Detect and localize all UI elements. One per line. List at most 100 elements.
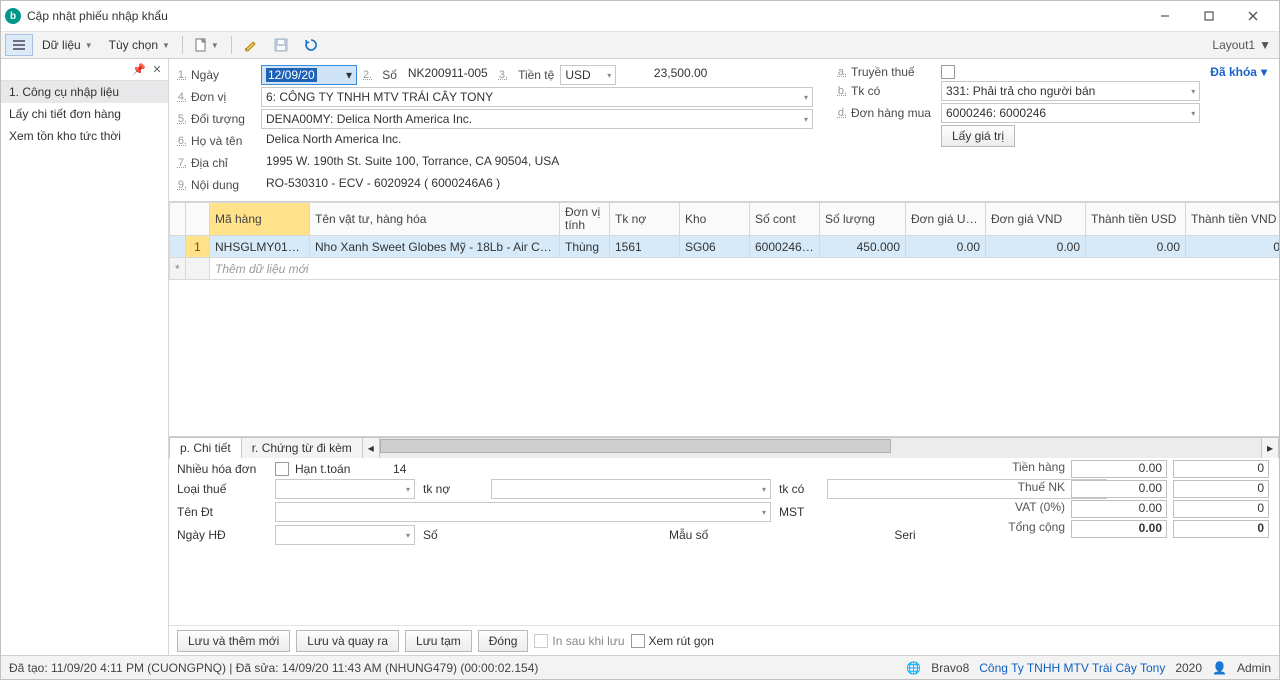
compact-checkbox[interactable] <box>631 634 645 648</box>
due-value: 14 <box>356 462 406 476</box>
save-temp-button[interactable]: Lưu tạm <box>405 630 472 652</box>
close-form-button[interactable]: Đóng <box>478 630 529 652</box>
label-unit: Đơn vị <box>191 90 261 104</box>
name-field[interactable]: Delica North America Inc. <box>261 131 813 151</box>
vat-usd: 0.00 <box>1071 500 1167 518</box>
maximize-button[interactable] <box>1187 2 1231 30</box>
col-amount-usd[interactable]: Thành tiền USD <box>1086 203 1186 236</box>
label-inv-no: Số <box>423 528 483 542</box>
content-field[interactable]: RO-530310 - ECV - 6020924 ( 6000246A6 ) <box>261 175 813 195</box>
label-address: Địa chỉ <box>191 156 261 170</box>
label-vat: VAT (0%) <box>1008 500 1065 518</box>
tab-detail[interactable]: p. Chi tiết <box>169 437 242 458</box>
label-compact: Xem rút gọn <box>649 634 714 648</box>
label-transfer-tax: Truyền thuế <box>851 65 941 79</box>
unit-select[interactable]: 6: CÔNG TY TNHH MTV TRÁI CÂY TONY▾ <box>261 87 813 107</box>
options-menu-label: Tùy chọn <box>109 38 158 52</box>
separator <box>182 36 183 54</box>
tab-scroll-left[interactable]: ◂ <box>362 437 380 458</box>
d-partner-select[interactable]: ▾ <box>275 502 771 522</box>
tab-scroll-right[interactable]: ▸ <box>1261 437 1279 458</box>
col-qty[interactable]: Số lượng <box>820 203 906 236</box>
sidebar-close-icon[interactable]: ✕ <box>150 63 164 77</box>
col-unit[interactable]: Đơn vị tính <box>560 203 610 236</box>
sidebar-item-input-tools[interactable]: 1. Công cụ nhập liệu <box>1 81 168 103</box>
save-button[interactable] <box>267 34 295 56</box>
chevron-down-icon: ▾ <box>1261 65 1267 79</box>
grand-total-vnd: 0 <box>1173 520 1269 538</box>
status-company[interactable]: Công Ty TNHH MTV Trái Cây Tony <box>979 661 1165 675</box>
table-row[interactable]: 1 NHSGLMY01803 Nho Xanh Sweet Globes Mỹ … <box>170 236 1280 258</box>
col-tkno[interactable]: Tk nợ <box>610 203 680 236</box>
po-select[interactable]: 6000246: 6000246▾ <box>941 103 1200 123</box>
doc-number: NK200911-005 <box>403 65 493 85</box>
col-cont[interactable]: Số cont <box>750 203 820 236</box>
chevron-down-icon: ▾ <box>346 68 352 82</box>
label-grand-total: Tổng cộng <box>1008 520 1065 538</box>
col-price-vnd[interactable]: Đơn giá VND <box>986 203 1086 236</box>
action-bar: Lưu và thêm mới Lưu và quay ra Lưu tạm Đ… <box>169 625 1279 655</box>
address-field[interactable]: 1995 W. 190th St. Suite 100, Torrance, C… <box>261 153 813 173</box>
label-partner: Đối tượng <box>191 112 261 126</box>
transfer-tax-checkbox[interactable] <box>941 65 955 79</box>
hamburger-button[interactable] <box>5 34 33 56</box>
col-amount-vnd[interactable]: Thành tiền VND <box>1186 203 1280 236</box>
pin-icon[interactable]: 📌 <box>132 63 146 77</box>
app-icon: b <box>5 8 21 24</box>
label-total-goods: Tiền hàng <box>1008 460 1065 478</box>
new-doc-button[interactable]: ▼ <box>188 34 226 56</box>
statusbar: Đã tạo: 11/09/20 4:11 PM (CUONGPNQ) | Đã… <box>1 655 1279 679</box>
col-code[interactable]: Mã hàng <box>210 203 310 236</box>
import-tax-usd: 0.00 <box>1071 480 1167 498</box>
edit-button[interactable] <box>237 34 265 56</box>
total-goods-vnd: 0 <box>1173 460 1269 478</box>
col-price-usd[interactable]: Đơn giá USD <box>906 203 986 236</box>
tkco-select[interactable]: 331: Phải trả cho người bán▾ <box>941 81 1200 101</box>
tab-attachments[interactable]: r. Chứng từ đi kèm <box>241 437 363 458</box>
get-value-button[interactable]: Lấy giá trị <box>941 125 1015 147</box>
tab-scrollbar[interactable] <box>380 437 1261 458</box>
options-menu[interactable]: Tùy chọn▼ <box>102 34 177 56</box>
status-app: Bravo8 <box>931 661 969 675</box>
separator <box>231 36 232 54</box>
multi-invoice-checkbox[interactable] <box>275 462 289 476</box>
label-d-tkno: tk nợ <box>423 482 483 496</box>
sidebar-item-get-detail[interactable]: Lấy chi tiết đơn hàng <box>1 103 168 125</box>
save-and-new-button[interactable]: Lưu và thêm mới <box>177 630 290 652</box>
save-and-back-button[interactable]: Lưu và quay ra <box>296 630 399 652</box>
window-title: Cập nhật phiếu nhập khẩu <box>27 9 1143 23</box>
label-print-after: In sau khi lưu <box>552 634 624 648</box>
refresh-button[interactable] <box>297 34 325 56</box>
label-import-tax: Thuế NK <box>1008 480 1065 498</box>
close-button[interactable] <box>1231 2 1275 30</box>
tax-type-select[interactable]: ▾ <box>275 479 415 499</box>
new-row[interactable]: Thêm dữ liệu mới <box>170 258 1280 280</box>
user-icon: 👤 <box>1212 661 1227 675</box>
print-after-checkbox[interactable] <box>534 634 548 648</box>
total-goods-usd: 0.00 <box>1071 460 1167 478</box>
label-tkco: Tk có <box>851 84 941 98</box>
vat-vnd: 0 <box>1173 500 1269 518</box>
line-items-grid[interactable]: Mã hàng Tên vật tư, hàng hóa Đơn vị tính… <box>169 202 1279 436</box>
currency-select[interactable]: USD▾ <box>560 65 616 85</box>
label-po: Đơn hàng mua <box>851 106 941 120</box>
status-user: Admin <box>1237 661 1271 675</box>
locked-indicator[interactable]: Đã khóa▾ <box>1210 59 1279 79</box>
label-name: Họ và tên <box>191 134 261 148</box>
minimize-button[interactable] <box>1143 2 1187 30</box>
amount-value: 23,500.00 <box>622 65 712 85</box>
col-name[interactable]: Tên vật tư, hàng hóa <box>310 203 560 236</box>
inv-date-select[interactable]: ▾ <box>275 525 415 545</box>
sidebar: 📌 ✕ 1. Công cụ nhập liệu Lấy chi tiết đơ… <box>1 59 169 655</box>
data-menu[interactable]: Dữ liệu▼ <box>35 34 100 56</box>
label-date: Ngày <box>191 68 261 82</box>
label-content: Nội dung <box>191 178 261 192</box>
sidebar-item-stock[interactable]: Xem tồn kho tức thời <box>1 125 168 147</box>
partner-select[interactable]: DENA00MY: Delica North America Inc.▾ <box>261 109 813 129</box>
detail-tabs: p. Chi tiết r. Chứng từ đi kèm ◂ ▸ <box>169 436 1279 458</box>
date-input[interactable]: 12/09/20▾ <box>261 65 357 85</box>
layout-selector[interactable]: Layout1▼ <box>1212 38 1275 52</box>
label-seri: Seri <box>894 528 915 542</box>
d-tkno-select[interactable]: ▾ <box>491 479 771 499</box>
col-kho[interactable]: Kho <box>680 203 750 236</box>
